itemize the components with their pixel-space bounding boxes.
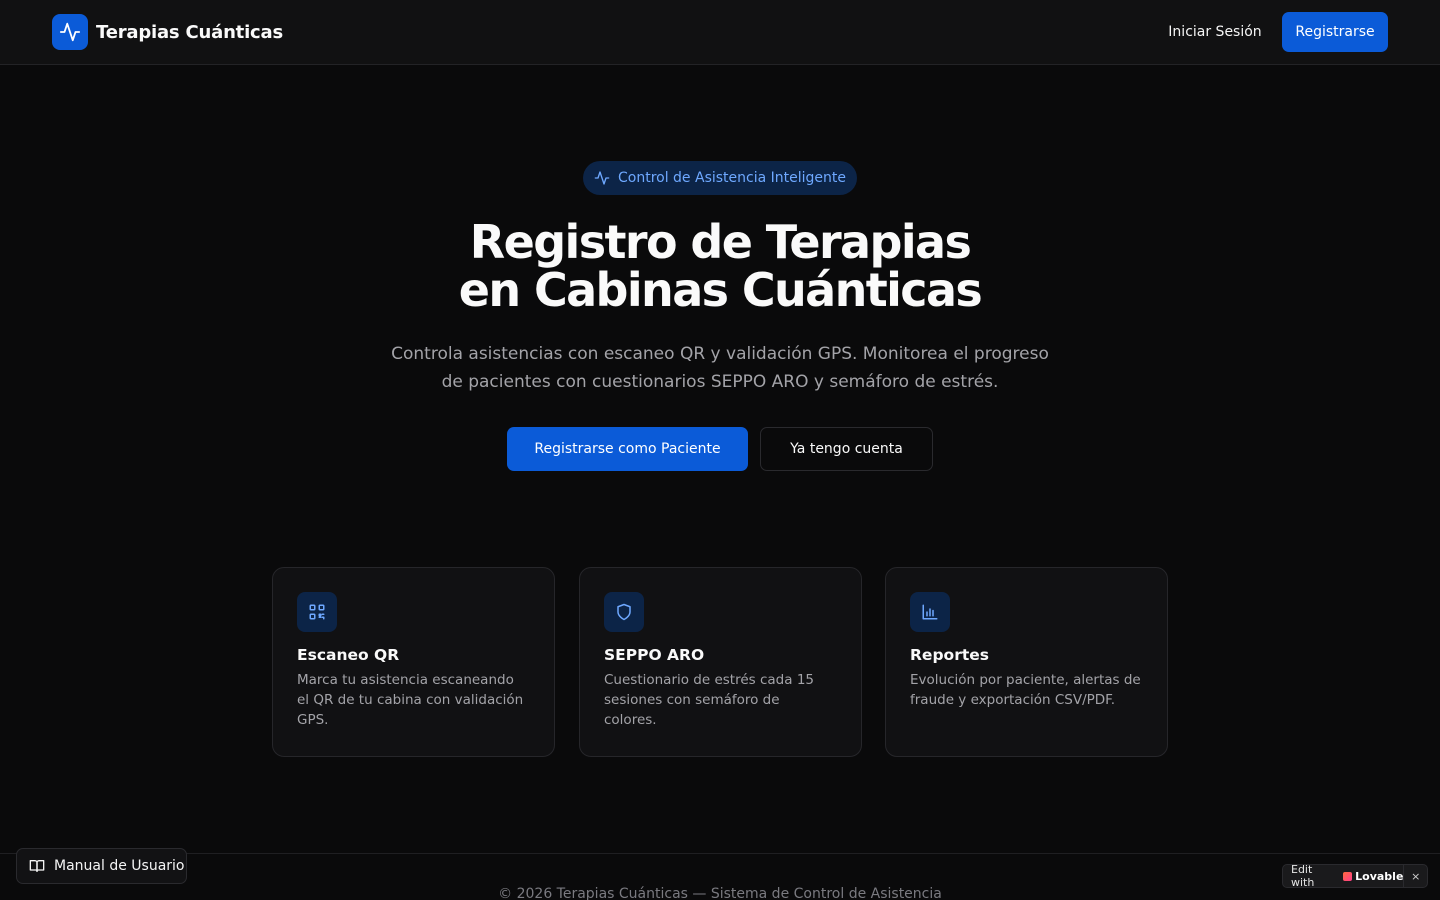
feature-card-seppo: SEPPO ARO Cuestionario de estrés cada 15… — [579, 567, 862, 757]
hero-title: Registro de Terapias en Cabinas Cuántica… — [0, 218, 1440, 314]
hero-subtitle-line-2: de pacientes con cuestionarios SEPPO ARO… — [441, 372, 999, 392]
user-manual-button[interactable]: Manual de Usuario — [16, 848, 187, 884]
book-icon — [29, 860, 45, 872]
register-patient-button[interactable]: Registrarse como Paciente — [507, 427, 748, 471]
lovable-badge: Edit with Lovable × — [1282, 863, 1428, 889]
close-icon[interactable]: × — [1403, 865, 1427, 887]
activity-icon — [594, 171, 610, 185]
hero-badge-label: Control de Asistencia Inteligente — [617, 170, 846, 186]
top-navbar: Terapias Cuánticas Iniciar Sesión Regist… — [0, 0, 1440, 65]
register-button[interactable]: Registrarse — [1282, 12, 1388, 52]
brand-name: Terapias Cuánticas — [96, 21, 283, 43]
lovable-heart-icon — [1343, 871, 1353, 881]
feature-description: Evolución por paciente, alertas de fraud… — [910, 672, 1141, 708]
brand[interactable]: Terapias Cuánticas — [52, 14, 283, 50]
login-link[interactable]: Iniciar Sesión — [1159, 12, 1271, 52]
feature-title: Escaneo QR — [297, 646, 400, 664]
shield-icon — [604, 592, 644, 632]
edit-with-lovable-link[interactable]: Edit with Lovable — [1283, 863, 1404, 889]
feature-card-qr: Escaneo QR Marca tu asistencia escaneand… — [272, 567, 555, 757]
lovable-brand: Lovable — [1355, 869, 1404, 883]
edit-with-label: Edit with — [1291, 863, 1315, 889]
hero-title-line-2: en Cabinas Cuánticas — [458, 263, 983, 317]
hero-subtitle-line-1: Controla asistencias con escaneo QR y va… — [391, 344, 1049, 364]
activity-logo-icon — [52, 14, 88, 50]
footer: © 2026 Terapias Cuánticas — Sistema de C… — [0, 853, 1440, 900]
feature-title: SEPPO ARO — [604, 646, 705, 664]
hero-badge: Control de Asistencia Inteligente — [583, 161, 857, 195]
have-account-button[interactable]: Ya tengo cuenta — [760, 427, 933, 471]
qr-code-icon — [297, 592, 337, 632]
hero-subtitle: Controla asistencias con escaneo QR y va… — [370, 340, 1070, 396]
feature-description: Marca tu asistencia escaneando el QR de … — [297, 672, 524, 728]
feature-title: Reportes — [910, 646, 989, 664]
footer-copyright: © 2026 Terapias Cuánticas — Sistema de C… — [498, 886, 942, 900]
feature-description: Cuestionario de estrés cada 15 sesiones … — [604, 672, 814, 728]
feature-card-reports: Reportes Evolución por paciente, alertas… — [885, 567, 1168, 757]
user-manual-label: Manual de Usuario — [54, 858, 185, 874]
hero-title-line-1: Registro de Terapias — [469, 215, 972, 269]
bar-chart-icon — [910, 592, 950, 632]
